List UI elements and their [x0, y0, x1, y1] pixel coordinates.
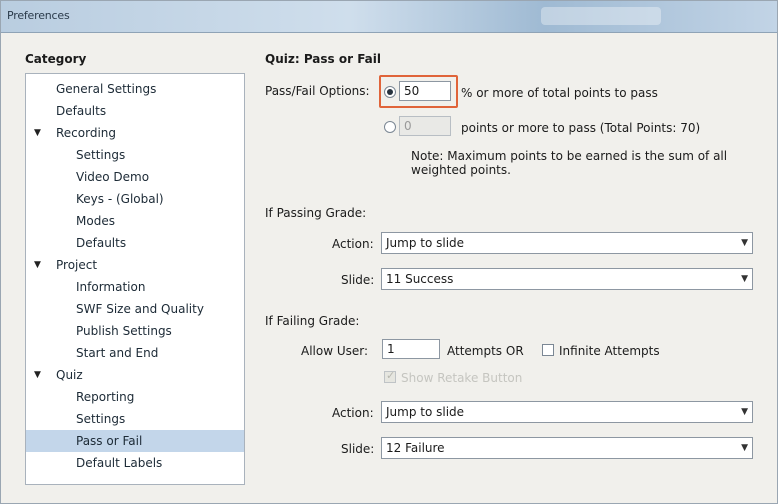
category-item[interactable]: Defaults: [26, 232, 244, 254]
category-item-label: Recording: [56, 126, 117, 140]
category-item[interactable]: ▼ Quiz: [26, 364, 244, 386]
category-item[interactable]: Default Labels: [26, 452, 244, 474]
points-suffix-label: points or more to pass (Total Points: 70…: [461, 121, 701, 135]
category-item[interactable]: Information: [26, 276, 244, 298]
show-retake-label: Show Retake Button: [401, 371, 523, 385]
category-item-label: Start and End: [76, 346, 159, 360]
category-item[interactable]: Publish Settings: [26, 320, 244, 342]
category-item-label: Information: [76, 280, 146, 294]
category-item-label: Defaults: [56, 104, 107, 118]
category-item-label: General Settings: [56, 82, 157, 96]
passing-action-value: Jump to slide: [386, 236, 465, 250]
failing-slide-value: 12 Failure: [386, 441, 445, 455]
attempts-input[interactable]: 1: [382, 339, 440, 359]
category-item-label: Publish Settings: [76, 324, 172, 338]
category-item-label: Video Demo: [76, 170, 150, 184]
category-item[interactable]: Modes: [26, 210, 244, 232]
category-heading: Category: [25, 52, 87, 66]
expand-arrow-icon[interactable]: ▼: [34, 254, 41, 276]
percent-suffix-label: % or more of total points to pass: [461, 86, 658, 100]
category-item[interactable]: Settings: [26, 408, 244, 430]
category-item[interactable]: ▼ Recording: [26, 122, 244, 144]
attempts-or-label: Attempts OR: [447, 344, 524, 358]
percent-highlight-box: [379, 75, 458, 108]
failing-slide-select[interactable]: 12 Failure ▼: [381, 437, 753, 459]
category-item[interactable]: Settings: [26, 144, 244, 166]
passing-action-select[interactable]: Jump to slide ▼: [381, 232, 753, 254]
failing-action-select[interactable]: Jump to slide ▼: [381, 401, 753, 423]
passing-slide-value: 11 Success: [386, 272, 454, 286]
failing-action-label: Action:: [332, 406, 374, 420]
expand-arrow-icon[interactable]: ▼: [34, 364, 41, 386]
category-item-label: Reporting: [76, 390, 135, 404]
expand-arrow-icon[interactable]: ▼: [34, 122, 41, 144]
category-item-label: Quiz: [56, 368, 83, 382]
chevron-down-icon: ▼: [741, 443, 748, 453]
category-item[interactable]: Start and End: [26, 342, 244, 364]
infinite-attempts-label: Infinite Attempts: [559, 344, 660, 358]
category-item-label: Settings: [76, 148, 126, 162]
category-item[interactable]: General Settings: [26, 78, 244, 100]
category-item-label: Project: [56, 258, 98, 272]
category-item-label: Default Labels: [76, 456, 163, 470]
chevron-down-icon: ▼: [741, 238, 748, 248]
category-item[interactable]: Reporting: [26, 386, 244, 408]
infinite-attempts-checkbox[interactable]: [542, 344, 554, 356]
category-item[interactable]: SWF Size and Quality: [26, 298, 244, 320]
chevron-down-icon: ▼: [741, 407, 748, 417]
category-item[interactable]: Defaults: [26, 100, 244, 122]
category-item-label: Modes: [76, 214, 115, 228]
section-title: Quiz: Pass or Fail: [265, 52, 382, 66]
category-item[interactable]: Keys - (Global): [26, 188, 244, 210]
pass-fail-options-label: Pass/Fail Options:: [265, 84, 370, 98]
allow-user-label: Allow User:: [301, 344, 369, 358]
title-bar-glow: [541, 7, 661, 25]
chevron-down-icon: ▼: [741, 274, 748, 284]
passing-slide-label: Slide:: [341, 273, 375, 287]
failing-grade-heading: If Failing Grade:: [265, 314, 360, 328]
category-item-label: Keys - (Global): [76, 192, 164, 206]
note-text: Note: Maximum points to be earned is the…: [411, 149, 728, 177]
show-retake-checkbox[interactable]: [384, 369, 396, 383]
failing-action-value: Jump to slide: [386, 405, 465, 419]
points-input[interactable]: 0: [399, 116, 451, 136]
passing-action-label: Action:: [332, 237, 374, 251]
category-item-label: SWF Size and Quality: [76, 302, 204, 316]
category-item[interactable]: ▼ Project: [26, 254, 244, 276]
points-radio[interactable]: [384, 121, 396, 133]
preferences-window: Preferences Category General Settings Def…: [0, 0, 778, 504]
title-bar[interactable]: Preferences: [1, 1, 777, 33]
category-item[interactable]: Pass or Fail: [26, 430, 244, 452]
category-item[interactable]: Video Demo: [26, 166, 244, 188]
category-item-label: Pass or Fail: [76, 434, 143, 448]
category-tree[interactable]: General Settings Defaults ▼ Recording Settin…: [25, 73, 245, 485]
window-title: Preferences: [7, 9, 70, 22]
category-item-label: Settings: [76, 412, 126, 426]
passing-grade-heading: If Passing Grade:: [265, 206, 367, 220]
passing-slide-select[interactable]: 11 Success ▼: [381, 268, 753, 290]
category-item-label: Defaults: [76, 236, 127, 250]
failing-slide-label: Slide:: [341, 442, 375, 456]
